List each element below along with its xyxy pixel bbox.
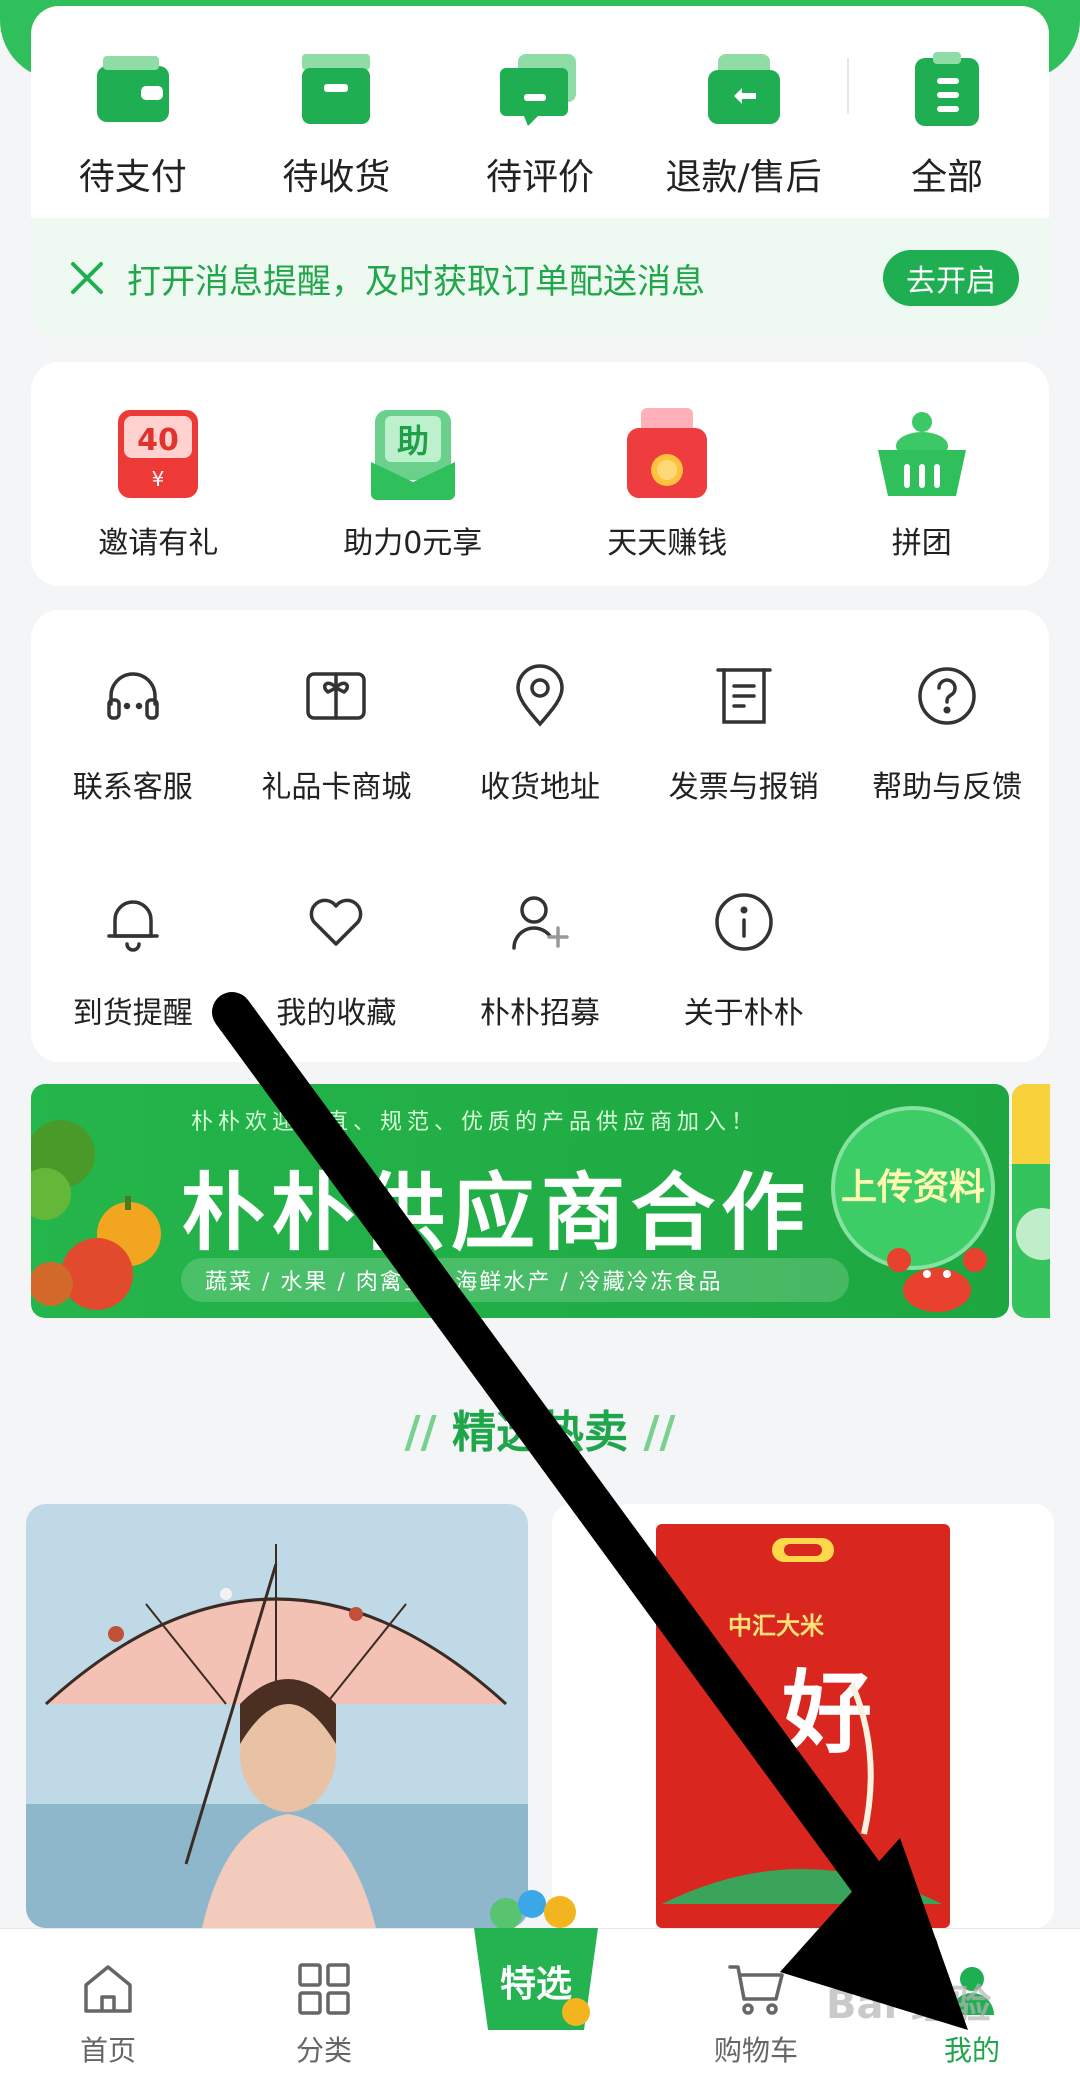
close-icon[interactable] <box>67 258 107 298</box>
service-label: 到货提醒 <box>72 996 193 1031</box>
coin-envelope-icon <box>627 408 708 498</box>
clipboard-icon <box>915 52 980 126</box>
nav-label: 分类 <box>295 2034 352 2067</box>
promo-label: 邀请有礼 <box>98 526 219 561</box>
service-help[interactable]: 帮助与反馈 <box>845 650 1049 876</box>
promo-label: 天天赚钱 <box>607 526 728 561</box>
service-label: 帮助与反馈 <box>872 770 1023 805</box>
refund-icon <box>707 54 780 124</box>
product-card-umbrella[interactable] <box>26 1504 528 1928</box>
invite-badge: 40 <box>137 423 179 458</box>
order-refund[interactable]: 退款/售后 <box>642 36 846 206</box>
red-envelope-icon: 40 ¥ <box>118 410 199 498</box>
order-status-row: 待支付 待收货 待评价 退款/售后 全部 <box>31 36 1049 206</box>
section-title-text: 精选热卖 <box>452 1407 628 1458</box>
cart-icon <box>728 1965 784 2015</box>
heart-icon <box>310 898 363 946</box>
category-icon <box>298 1963 350 2015</box>
service-customer-support[interactable]: 联系客服 <box>31 650 235 876</box>
product-card-rice[interactable]: 中汇大米 好 <box>552 1504 1054 1928</box>
home-icon <box>84 1965 132 2013</box>
banner-subtitle: 朴朴欢迎正直、规范、优质的产品供应商加入！ <box>191 1110 759 1135</box>
service-favorites[interactable]: 我的收藏 <box>235 876 439 1102</box>
headset-icon <box>107 672 159 720</box>
next-banner-art <box>1012 1084 1050 1260</box>
add-user-icon <box>512 896 569 950</box>
order-label: 待支付 <box>78 157 187 198</box>
umbrella-product-image <box>26 1504 528 1928</box>
next-banner-peek[interactable] <box>1012 1084 1050 1318</box>
boost-envelope-icon: 助 <box>370 410 455 500</box>
rice-product-image: 中汇大米 好 <box>552 1504 1054 1928</box>
nav-featured[interactable]: 特选 <box>466 1884 606 2036</box>
watermark: Bai 经验 <box>826 1982 992 2028</box>
services-card: 联系客服 礼品卡商城 收货地址 发票与报销 帮助与反馈 到货提醒 我的收藏 朴朴… <box>31 610 1049 1062</box>
info-icon <box>714 893 773 951</box>
rice-headline: 好 <box>781 1660 872 1766</box>
order-label: 全部 <box>911 157 984 198</box>
services-grid: 联系客服 礼品卡商城 收货地址 发票与报销 帮助与反馈 到货提醒 我的收藏 朴朴… <box>31 650 1049 1102</box>
service-label: 礼品卡商城 <box>261 770 412 805</box>
service-label: 发票与报销 <box>668 770 819 805</box>
order-pending-receipt[interactable]: 待收货 <box>235 36 439 206</box>
notice-text: 打开消息提醒，及时获取订单配送消息 <box>127 261 705 302</box>
nav-category[interactable]: 分类 <box>216 1929 432 2076</box>
order-pending-payment[interactable]: 待支付 <box>31 36 235 206</box>
service-address[interactable]: 收货地址 <box>438 650 642 876</box>
gift-card-icon <box>306 672 367 720</box>
order-label: 待评价 <box>485 157 594 198</box>
service-label: 我的收藏 <box>276 996 397 1031</box>
featured-basket-icon: 特选 <box>474 1890 598 2030</box>
help-icon <box>918 667 976 725</box>
promo-card: 40 ¥ 邀请有礼 助 助力0元享 天天赚钱 拼团 <box>31 362 1049 586</box>
service-invoice[interactable]: 发票与报销 <box>642 650 846 876</box>
comment-icon <box>499 54 576 126</box>
featured-label: 特选 <box>500 1964 572 2005</box>
group-basket-icon <box>877 412 966 496</box>
orders-card: 待支付 待收货 待评价 退款/售后 全部 打开消息提醒，及时获取订单配送消息 去… <box>31 6 1049 338</box>
service-gift-card[interactable]: 礼品卡商城 <box>235 650 439 876</box>
bell-icon <box>107 900 159 952</box>
promo-label: 拼团 <box>891 526 952 561</box>
nav-label: 购物车 <box>713 2034 798 2067</box>
order-all[interactable]: 全部 <box>845 36 1049 206</box>
order-label: 待收货 <box>282 157 391 198</box>
section-title: // 精选热卖 // <box>0 1396 1080 1460</box>
service-label: 朴朴招募 <box>479 996 600 1031</box>
rice-brand: 中汇大米 <box>728 1612 824 1640</box>
nav-label: 首页 <box>79 2034 136 2067</box>
service-label: 收货地址 <box>479 770 600 805</box>
invoice-icon <box>715 668 772 724</box>
nav-home[interactable]: 首页 <box>0 1929 216 2076</box>
svg-text:¥: ¥ <box>152 467 165 491</box>
crab-illustration <box>887 1248 987 1312</box>
location-pin-icon <box>516 664 564 727</box>
service-label: 联系客服 <box>72 770 193 805</box>
box-icon <box>302 54 371 124</box>
order-label: 退款/售后 <box>665 157 822 198</box>
promo-invite[interactable]: 40 ¥ 邀请有礼 <box>31 362 286 586</box>
service-recruitment[interactable]: 朴朴招募 <box>438 876 642 1102</box>
nav-label: 我的 <box>943 2034 1000 2067</box>
divider <box>847 58 849 114</box>
wallet-icon <box>96 56 169 122</box>
promo-boost[interactable]: 助 助力0元享 <box>286 362 541 586</box>
title-decoration-right: // <box>628 1407 676 1458</box>
service-label: 关于朴朴 <box>683 996 804 1031</box>
promo-label: 助力0元享 <box>343 526 483 561</box>
boost-badge: 助 <box>397 422 429 460</box>
promo-earn[interactable]: 天天赚钱 <box>540 362 795 586</box>
banner-categories: 蔬菜 / 水果 / 肉禽蛋 / 海鲜水产 / 冷藏冷冻食品 <box>181 1258 849 1302</box>
notification-prompt: 打开消息提醒，及时获取订单配送消息 去开启 <box>31 218 1049 338</box>
service-about[interactable]: 关于朴朴 <box>642 876 846 1102</box>
banner-title: 朴朴供应商合作 <box>181 1164 812 1262</box>
enable-notification-button[interactable]: 去开启 <box>883 250 1019 306</box>
supplier-banner[interactable]: 朴朴欢迎正直、规范、优质的产品供应商加入！ 朴朴供应商合作 蔬菜 / 水果 / … <box>31 1084 1009 1318</box>
title-decoration-left: // <box>404 1407 452 1458</box>
promo-group-buy[interactable]: 拼团 <box>795 362 1050 586</box>
order-pending-review[interactable]: 待评价 <box>438 36 642 206</box>
service-arrival-reminder[interactable]: 到货提醒 <box>31 876 235 1102</box>
vegetables-illustration <box>31 1120 161 1310</box>
